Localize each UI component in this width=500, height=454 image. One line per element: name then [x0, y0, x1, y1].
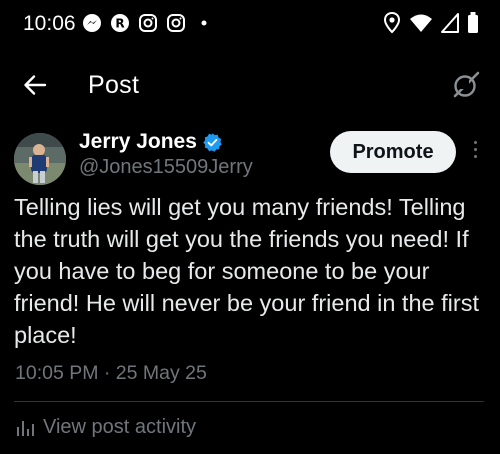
status-bar: 10:06 R	[0, 0, 500, 50]
app-header: Post	[0, 62, 500, 110]
avatar[interactable]	[14, 133, 66, 185]
analytics-bars-icon	[17, 420, 34, 436]
arrow-left-icon[interactable]	[21, 71, 49, 99]
view-post-activity-label[interactable]: View post activity	[43, 416, 196, 439]
post-text: Telling lies will get you many friends! …	[14, 194, 479, 348]
battery-icon	[468, 12, 478, 33]
verified-badge-icon	[203, 132, 222, 152]
messenger-icon	[83, 14, 101, 32]
r-app-icon: R	[111, 14, 129, 32]
instagram-icon	[139, 14, 157, 32]
wifi-icon	[410, 14, 432, 32]
author-handle[interactable]: @Jones15509Jerry	[79, 156, 253, 179]
display-name[interactable]: Jerry Jones	[79, 130, 197, 154]
divider	[14, 401, 484, 402]
author-name-row[interactable]: Jerry Jones	[79, 130, 223, 154]
status-notification-icons: R	[82, 13, 214, 33]
svg-text:R: R	[115, 17, 124, 31]
promote-button[interactable]: Promote	[330, 131, 456, 173]
dot-icon	[201, 20, 207, 26]
status-time: 10:06	[23, 12, 76, 35]
location-icon	[383, 12, 401, 34]
signal-icon	[441, 13, 459, 33]
more-options-icon[interactable]	[470, 141, 480, 163]
status-system-icons	[383, 12, 479, 34]
page-title: Post	[88, 71, 140, 99]
avatar-photo	[14, 133, 66, 185]
view-post-activity-link[interactable]: View post activity	[15, 416, 196, 439]
grok-icon[interactable]	[450, 69, 482, 101]
post-timestamp: 10:05 PM · 25 May 25	[15, 362, 207, 384]
instagram-icon	[167, 14, 185, 32]
